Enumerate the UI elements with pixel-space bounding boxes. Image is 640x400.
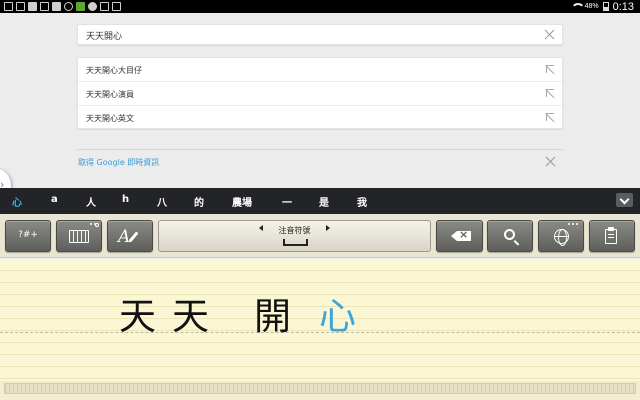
handwriting-pad[interactable]: 天 天 開 心 <box>0 259 640 381</box>
dismiss-card-icon[interactable] <box>545 156 556 167</box>
battery-percent: 48% <box>584 3 599 10</box>
handwriting-icon: A <box>118 227 131 247</box>
handwriting-mode-button[interactable]: A <box>107 220 153 252</box>
suggestion-item[interactable]: 天天開心演員 <box>78 82 562 106</box>
candidate-item[interactable]: 的 <box>194 194 204 209</box>
handwritten-char-active: 心 <box>319 295 356 338</box>
keyboard-mode-button[interactable] <box>56 220 102 252</box>
candidate-item[interactable]: 心 <box>12 194 22 209</box>
backspace-icon <box>451 231 471 241</box>
globe-icon <box>554 229 569 246</box>
google-now-card: 取得 Google 即時資訊 <box>77 149 563 174</box>
clock: 0:13 <box>612 0 634 13</box>
more-dots-icon <box>568 223 578 225</box>
candidate-bar: 心 a 人 h 八 的 農場 一 是 我 <box>0 188 640 214</box>
candidate-item[interactable]: a <box>51 194 58 205</box>
input-method-switch[interactable]: 注音符號 <box>158 220 431 252</box>
symbols-label: ?#+ <box>18 230 38 240</box>
search-icon <box>504 229 515 240</box>
expand-candidates-icon[interactable] <box>616 193 633 207</box>
wifi-icon <box>570 2 585 11</box>
settings-gear-icon <box>95 223 99 227</box>
suggestion-list: 天天開心大目仔 天天開心演員 天天開心英文 <box>77 57 563 129</box>
search-input[interactable]: 天天開心 <box>77 24 563 45</box>
next-method-arrow-icon[interactable] <box>326 225 330 231</box>
status-bar: 48% 0:13 <box>0 0 640 13</box>
clear-search-icon[interactable] <box>544 29 555 40</box>
candidate-item[interactable]: 是 <box>319 194 329 209</box>
candidate-item[interactable]: 八 <box>157 194 167 209</box>
clipboard-icon <box>605 227 617 244</box>
suggestion-label: 天天開心大目仔 <box>86 66 142 75</box>
backspace-button[interactable] <box>436 220 483 252</box>
symbols-button[interactable]: ?#+ <box>5 220 51 252</box>
search-query: 天天開心 <box>86 32 123 42</box>
book-icon <box>100 2 109 11</box>
forward-icon <box>88 2 97 11</box>
handwritten-char: 天 <box>172 295 209 338</box>
search-button[interactable] <box>487 220 533 252</box>
language-button[interactable] <box>538 220 584 252</box>
checkbox-icon <box>112 2 121 11</box>
facebook-icon <box>52 2 61 11</box>
status-right: 48% 0:13 <box>570 0 634 13</box>
candidate-item[interactable]: 農場 <box>232 194 252 209</box>
suggestion-label: 天天開心演員 <box>86 90 134 99</box>
notification-icons <box>4 2 121 11</box>
input-method-label: 注音符號 <box>278 226 311 235</box>
candidate-item[interactable]: 我 <box>357 194 367 209</box>
keyboard-icon <box>69 230 89 243</box>
google-now-link[interactable]: 取得 Google 即時資訊 <box>78 157 159 168</box>
space-icon <box>283 239 308 246</box>
handwritten-char: 開 <box>254 295 291 338</box>
insert-suggestion-arrow-icon[interactable] <box>546 65 554 73</box>
candidate-item[interactable]: h <box>122 194 129 205</box>
suggestion-item[interactable]: 天天開心英文 <box>78 106 562 130</box>
handwriting-footer <box>0 381 640 400</box>
image-icon <box>28 2 37 11</box>
insert-suggestion-arrow-icon[interactable] <box>546 113 554 121</box>
handwritten-char: 天 <box>119 295 156 338</box>
cloud-upload-icon <box>40 2 49 11</box>
keyboard-icon <box>4 2 13 11</box>
clipboard-button[interactable] <box>589 220 635 252</box>
suggestion-item[interactable]: 天天開心大目仔 <box>78 58 562 82</box>
keyboard-toolbar: ?#+ A 注音符號 <box>0 214 640 258</box>
android-icon <box>64 2 73 11</box>
insert-suggestion-arrow-icon[interactable] <box>546 89 554 97</box>
suggestion-label: 天天開心英文 <box>86 114 134 123</box>
battery-icon <box>602 2 609 11</box>
scroll-strip[interactable] <box>4 383 636 394</box>
candidate-item[interactable]: 人 <box>86 194 96 209</box>
previous-method-arrow-icon[interactable] <box>259 225 263 231</box>
line-icon <box>76 2 85 11</box>
phone-icon <box>16 2 25 11</box>
candidate-item[interactable]: 一 <box>282 194 292 209</box>
